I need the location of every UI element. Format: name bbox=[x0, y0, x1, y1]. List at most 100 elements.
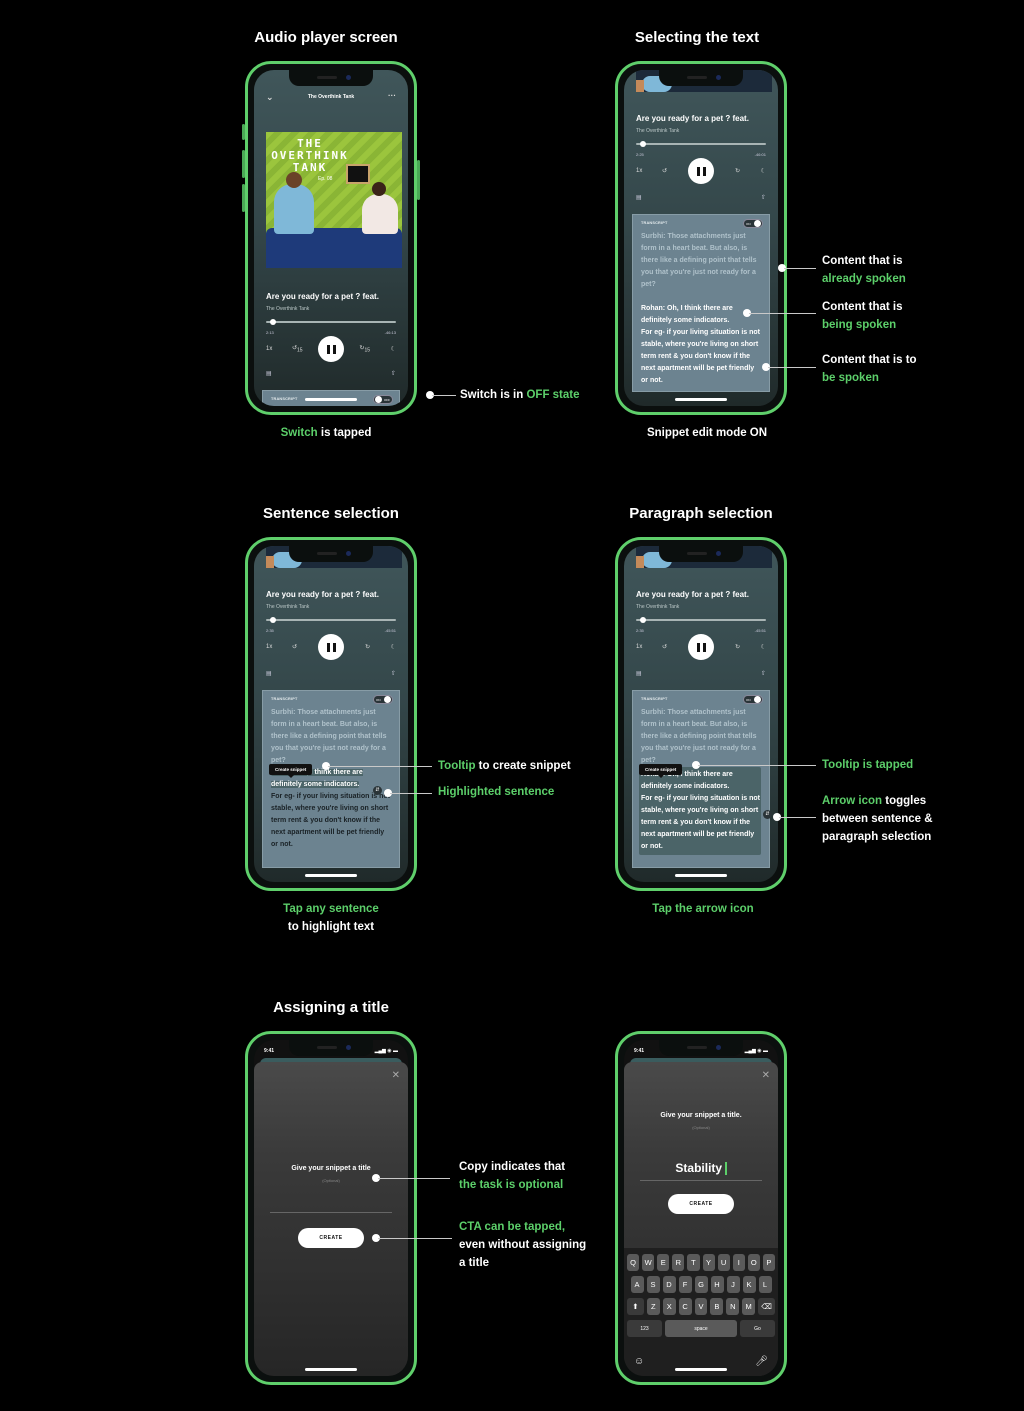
create-button[interactable]: CREATE bbox=[298, 1228, 364, 1248]
create-snippet-tooltip[interactable]: Create snippet bbox=[269, 764, 313, 775]
speed-button[interactable]: 1x bbox=[266, 644, 272, 650]
key-a[interactable]: A bbox=[630, 1276, 644, 1293]
skip-back-icon[interactable]: ↺ bbox=[662, 644, 667, 651]
key-k[interactable]: K bbox=[742, 1276, 756, 1293]
connect-device-icon[interactable]: ▤ bbox=[266, 371, 272, 377]
key-w[interactable]: W bbox=[642, 1254, 655, 1271]
title-input[interactable] bbox=[270, 1212, 392, 1213]
key-d[interactable]: D bbox=[662, 1276, 676, 1293]
key-n[interactable]: N bbox=[726, 1298, 740, 1315]
selection-toggle-arrow-icon[interactable]: ⇵ bbox=[763, 810, 772, 819]
close-icon[interactable]: ✕ bbox=[392, 1070, 400, 1081]
key-i[interactable]: I bbox=[732, 1254, 745, 1271]
transcript-upcoming-text[interactable]: For eg- if your living situation is not … bbox=[641, 327, 761, 387]
key-q[interactable]: Q bbox=[627, 1254, 640, 1271]
transcript-switch-on[interactable]: ON bbox=[743, 695, 763, 704]
share-icon[interactable]: ⇧ bbox=[391, 670, 396, 677]
backspace-key[interactable]: ⌫ bbox=[758, 1298, 775, 1315]
speed-button[interactable]: 1x bbox=[266, 346, 272, 352]
skip-forward-icon[interactable]: ↻ bbox=[365, 644, 370, 651]
skip-back-icon[interactable]: ↺ bbox=[662, 168, 667, 175]
transcript-panel[interactable]: TRANSCRIPT ON Surbhi: Those attachments … bbox=[262, 690, 400, 868]
show-name[interactable]: The Overthink Tank bbox=[266, 604, 309, 610]
highlighted-paragraph[interactable]: Rohan: Oh, I think there are definitely … bbox=[639, 767, 761, 855]
progress-bar[interactable] bbox=[266, 319, 396, 325]
share-icon[interactable]: ⇧ bbox=[391, 370, 396, 377]
key-z[interactable]: Z bbox=[646, 1298, 660, 1315]
microphone-icon[interactable]: 🎤︎ bbox=[755, 1356, 768, 1367]
transcript-upcoming-text[interactable]: For eg- if your living situation is not … bbox=[271, 791, 391, 851]
title-input[interactable]: Stability bbox=[640, 1161, 762, 1176]
transcript-switch-on[interactable]: ON bbox=[373, 695, 393, 704]
progress-bar[interactable] bbox=[636, 141, 766, 147]
key-s[interactable]: S bbox=[646, 1276, 660, 1293]
show-name[interactable]: The Overthink Tank bbox=[636, 604, 679, 610]
connect-device-icon[interactable]: ▤ bbox=[636, 195, 642, 201]
sleep-timer-icon[interactable]: ☾ bbox=[761, 644, 766, 651]
key-u[interactable]: U bbox=[717, 1254, 730, 1271]
transcript-spoken-text[interactable]: Surbhi: Those attachments just form in a… bbox=[271, 707, 391, 767]
key-t[interactable]: T bbox=[687, 1254, 700, 1271]
progress-knob[interactable] bbox=[269, 617, 276, 623]
show-name[interactable]: The Overthink Tank bbox=[266, 306, 309, 312]
transcript-spoken-text[interactable]: Surbhi: Those attachments just form in a… bbox=[641, 231, 761, 291]
shift-key[interactable]: ⬆ bbox=[627, 1298, 644, 1315]
pause-button[interactable] bbox=[318, 634, 344, 660]
connect-device-icon[interactable]: ▤ bbox=[636, 671, 642, 677]
go-key[interactable]: Go bbox=[739, 1320, 775, 1337]
key-o[interactable]: O bbox=[747, 1254, 760, 1271]
share-icon[interactable]: ⇧ bbox=[761, 670, 766, 677]
create-snippet-tooltip[interactable]: Create snippet bbox=[639, 764, 683, 775]
key-j[interactable]: J bbox=[726, 1276, 740, 1293]
progress-bar[interactable] bbox=[266, 617, 396, 623]
pause-button[interactable] bbox=[688, 634, 714, 660]
numbers-key[interactable]: 123 bbox=[627, 1320, 663, 1337]
key-c[interactable]: C bbox=[678, 1298, 692, 1315]
transcript-switch-on[interactable]: ON bbox=[743, 219, 763, 228]
connect-device-icon[interactable]: ▤ bbox=[266, 671, 272, 677]
key-l[interactable]: L bbox=[758, 1276, 772, 1293]
key-e[interactable]: E bbox=[657, 1254, 670, 1271]
key-m[interactable]: M bbox=[742, 1298, 756, 1315]
key-b[interactable]: B bbox=[710, 1298, 724, 1315]
create-button[interactable]: CREATE bbox=[668, 1194, 734, 1214]
skip-back-icon[interactable]: ↺ bbox=[292, 644, 297, 651]
progress-knob[interactable] bbox=[639, 141, 646, 147]
progress-knob[interactable] bbox=[269, 319, 276, 325]
speed-button[interactable]: 1x bbox=[636, 644, 642, 650]
key-g[interactable]: G bbox=[694, 1276, 708, 1293]
selection-toggle-arrow-icon[interactable]: ⇵ bbox=[373, 786, 382, 795]
key-v[interactable]: V bbox=[694, 1298, 708, 1315]
space-key[interactable]: space bbox=[665, 1320, 737, 1337]
skip-back-icon[interactable]: ↺15 bbox=[292, 344, 303, 353]
key-p[interactable]: P bbox=[762, 1254, 775, 1271]
skip-forward-icon[interactable]: ↻ bbox=[735, 168, 740, 175]
key-f[interactable]: F bbox=[678, 1276, 692, 1293]
pause-button[interactable] bbox=[688, 158, 714, 184]
key-r[interactable]: R bbox=[672, 1254, 685, 1271]
sleep-timer-icon[interactable]: ☾ bbox=[391, 644, 396, 651]
emoji-icon[interactable]: ☺ bbox=[634, 1356, 644, 1367]
transcript-panel[interactable]: TRANSCRIPT ON Surbhi: Those attachments … bbox=[632, 690, 772, 868]
speed-button[interactable]: 1x bbox=[636, 168, 642, 174]
sleep-timer-icon[interactable]: ☾ bbox=[761, 168, 766, 175]
annotation-being-spoken: Content that is being spoken bbox=[822, 301, 903, 331]
share-icon[interactable]: ⇧ bbox=[761, 194, 766, 201]
sleep-timer-icon[interactable]: ☾ bbox=[391, 346, 396, 353]
progress-bar[interactable] bbox=[636, 617, 766, 623]
skip-forward-icon[interactable]: ↻15 bbox=[359, 344, 370, 353]
key-h[interactable]: H bbox=[710, 1276, 724, 1293]
progress-knob[interactable] bbox=[639, 617, 646, 623]
more-options-icon[interactable]: ··· bbox=[388, 91, 396, 100]
transcript-spoken-text[interactable]: Surbhi: Those attachments just form in a… bbox=[641, 707, 761, 767]
transcript-switch-off[interactable]: OFF bbox=[373, 395, 393, 404]
transcript-panel[interactable]: TRANSCRIPT ON Surbhi: Those attachments … bbox=[632, 214, 770, 392]
pause-button[interactable] bbox=[318, 336, 344, 362]
key-x[interactable]: X bbox=[662, 1298, 676, 1315]
skip-forward-icon[interactable]: ↻ bbox=[735, 644, 740, 651]
key-y[interactable]: Y bbox=[702, 1254, 715, 1271]
close-icon[interactable]: ✕ bbox=[762, 1070, 770, 1081]
annotation-copy-optional: Copy indicates that the task is optional bbox=[459, 1161, 566, 1191]
chevron-down-icon[interactable]: ⌄ bbox=[266, 92, 274, 103]
show-name[interactable]: The Overthink Tank bbox=[636, 128, 679, 134]
